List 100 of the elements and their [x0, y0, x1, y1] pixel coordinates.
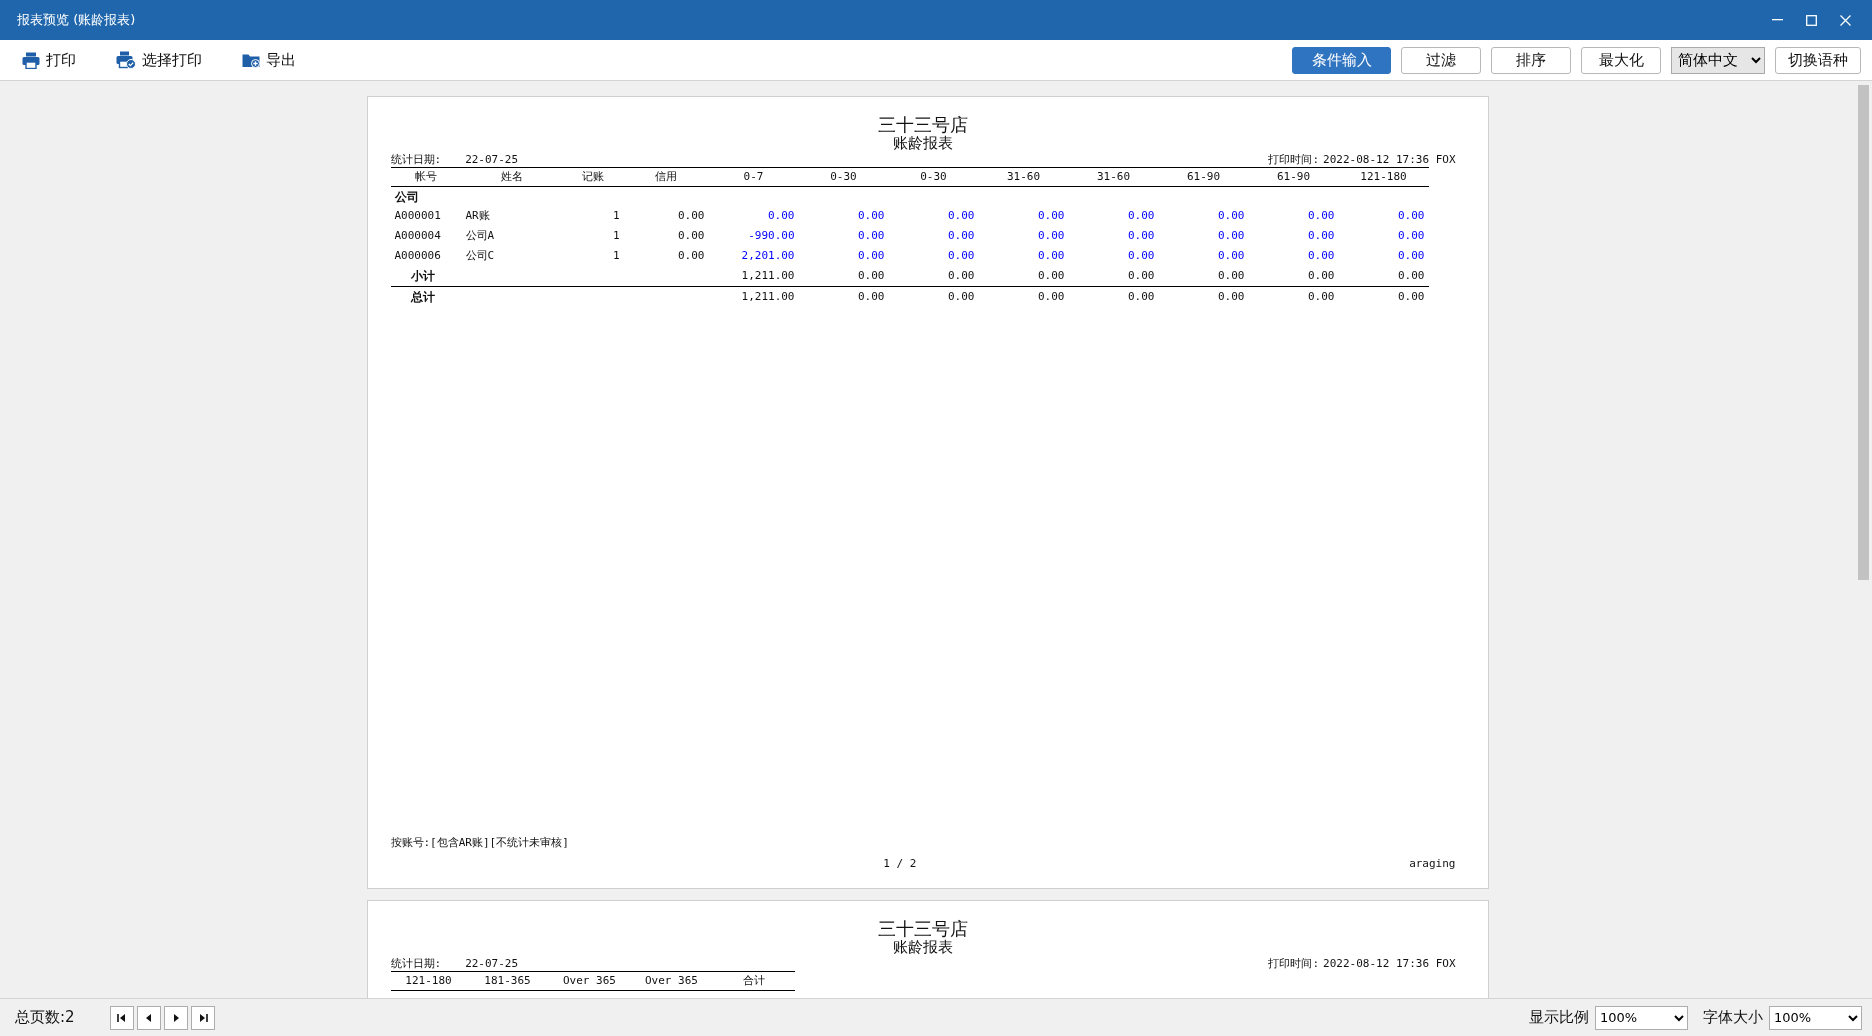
toolbar-button[interactable]: 打印: [18, 46, 80, 74]
font-size-select[interactable]: 100%: [1769, 1005, 1862, 1030]
page-number: 1 / 2: [883, 856, 917, 870]
language-select[interactable]: 简体中文: [1671, 46, 1765, 74]
page-count: 总页数:2: [15, 1007, 75, 1029]
print-time-value: 2022-08-12 17:36 FOX: [1323, 152, 1456, 167]
table-cell-text: A000006: [393, 248, 442, 265]
table-cell-text: 0.00: [677, 248, 706, 265]
toolbar-button[interactable]: 选择打印: [112, 46, 206, 74]
table-cell-text: 0.00: [1127, 248, 1156, 265]
column-header: 信用: [623, 167, 709, 187]
date-value: 22-07-25: [465, 956, 519, 971]
column-header: 0-30: [888, 167, 979, 187]
column-header: 121-180: [390, 971, 467, 991]
column-header: 181-365: [466, 971, 549, 991]
column-header: 31-60: [978, 167, 1069, 187]
total-label: 总计: [410, 289, 435, 304]
column-header: Over 365: [548, 971, 631, 991]
table-cell-text: 0.00: [1127, 228, 1156, 245]
table-cell: 0.00: [978, 266, 1069, 287]
table-cell-text: 0.00: [947, 248, 976, 265]
table-cell-text: 0.00: [1397, 228, 1426, 245]
column-header: 121-180: [1338, 167, 1429, 187]
toolbar-button[interactable]: 过滤: [1401, 46, 1481, 74]
date-value: 22-07-25: [465, 152, 519, 167]
table-cell: 1,211.00: [708, 266, 799, 287]
table-cell: 0.00: [888, 286, 979, 307]
column-header: 记账: [561, 167, 624, 187]
table-cell-text: -990.00: [747, 228, 796, 245]
printer-icon: [22, 51, 40, 69]
table-cell-text: 2,201.00: [740, 248, 796, 265]
first-page-button[interactable]: [109, 1005, 134, 1030]
close-icon: [1839, 14, 1851, 26]
next-page-button[interactable]: [163, 1005, 188, 1030]
report-title: 账龄报表: [892, 939, 954, 956]
first-page-icon: [116, 1012, 127, 1023]
table-cell: 0.00: [978, 286, 1069, 307]
report-store-name: 三十三号店: [877, 919, 969, 939]
table-cell: 0.00: [1158, 266, 1249, 287]
zoom-select[interactable]: 100%: [1595, 1005, 1688, 1030]
table-cell-text: A000004: [393, 228, 442, 245]
table-cell: 0.00: [1068, 266, 1159, 287]
group-label: 公司: [394, 189, 419, 204]
window-title: 报表预览 (账龄报表): [17, 11, 136, 30]
table-cell-text: 0.00: [947, 208, 976, 225]
print-time-value: 2022-08-12 17:36 FOX: [1323, 956, 1456, 971]
date-label: 统计日期:: [390, 152, 442, 167]
table-cell: 0.00: [1248, 286, 1339, 307]
zoom-label: 显示比例: [1529, 1007, 1589, 1029]
font-size-label: 字体大小: [1703, 1007, 1763, 1029]
table-cell: 0.00: [1338, 266, 1429, 287]
toolbar-button[interactable]: 条件输入: [1292, 46, 1391, 74]
report-code: araging: [1409, 856, 1456, 870]
table-cell-text: AR账: [464, 208, 491, 225]
column-header: 31-60: [1068, 167, 1159, 187]
toolbar-button[interactable]: 排序: [1491, 46, 1571, 74]
table-cell-text: 0.00: [677, 228, 706, 245]
column-header: 0-30: [798, 167, 889, 187]
table-cell-text: 0.00: [1307, 208, 1336, 225]
table-cell-text: 0.00: [767, 208, 796, 225]
table-cell-text: 0.00: [1127, 208, 1156, 225]
table-cell-text: 0.00: [1307, 248, 1336, 265]
table-cell-text: 0.00: [1397, 208, 1426, 225]
printer-check-icon: [116, 51, 136, 69]
table-cell-text: 0.00: [947, 228, 976, 245]
last-page-button[interactable]: [190, 1005, 215, 1030]
date-label: 统计日期:: [390, 956, 442, 971]
footer-note: 按账号:[包含AR账][不统计未审核]: [390, 835, 570, 851]
print-time-label: 打印时间:: [1268, 152, 1320, 167]
last-page-icon: [197, 1012, 208, 1023]
table-cell: 0.00: [798, 286, 889, 307]
toolbar-button[interactable]: 最大化: [1581, 46, 1661, 74]
column-header: 61-90: [1158, 167, 1249, 187]
table-cell-text: 0.00: [857, 208, 886, 225]
report-store-name: 三十三号店: [877, 115, 969, 135]
table-cell-text: 0.00: [1397, 248, 1426, 265]
table-cell: 0.00: [1248, 266, 1339, 287]
table-cell-text: 1: [611, 248, 621, 265]
table-cell-text: 公司A: [464, 228, 496, 245]
previous-page-button[interactable]: [136, 1005, 161, 1030]
table-cell-text: 0.00: [1037, 248, 1066, 265]
table-cell-text: 0.00: [1217, 228, 1246, 245]
print-time-label: 打印时间:: [1268, 956, 1320, 971]
toolbar-button[interactable]: 切换语种: [1775, 46, 1861, 74]
table-cell-text: 0.00: [857, 228, 886, 245]
table-cell-text: 0.00: [1307, 228, 1336, 245]
table-cell-text: A000001: [393, 208, 442, 225]
table-cell: 1,211.00: [708, 286, 799, 307]
table-cell-text: 公司C: [464, 248, 496, 265]
table-cell: 0.00: [798, 266, 889, 287]
column-header: 合计: [712, 971, 795, 991]
table-cell-text: 1: [611, 228, 621, 245]
table-cell: 0.00: [1158, 286, 1249, 307]
table-cell-text: 0.00: [1037, 228, 1066, 245]
column-header: 0-7: [708, 167, 799, 187]
subtotal-label: 小计: [410, 269, 435, 283]
table-cell-text: 0.00: [857, 248, 886, 265]
toolbar-button[interactable]: 导出: [238, 46, 300, 74]
table-cell-text: 0.00: [1037, 208, 1066, 225]
minimize-icon: [1771, 19, 1783, 21]
